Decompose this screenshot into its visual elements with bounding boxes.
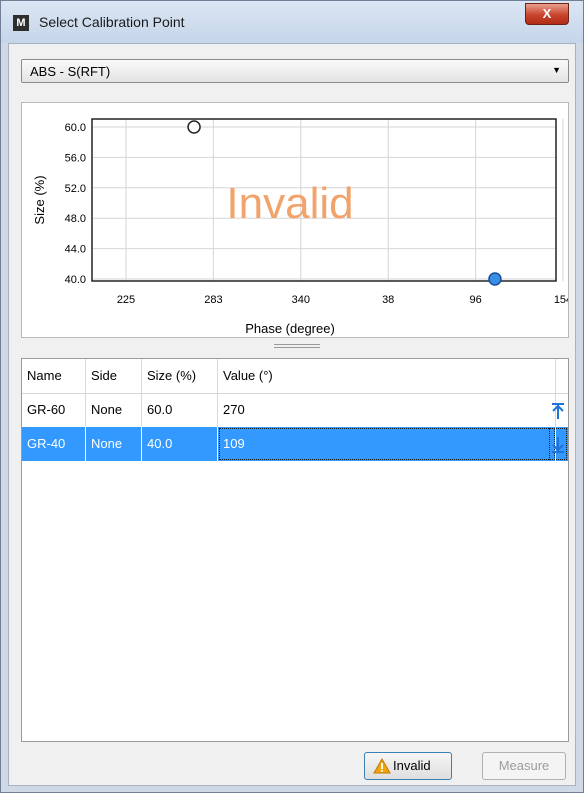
warning-icon [373, 758, 391, 774]
cell-name[interactable]: GR-40 [22, 427, 86, 461]
invalid-button[interactable]: Invalid [364, 752, 452, 780]
window-title: Select Calibration Point [39, 14, 185, 30]
data-point-gr-60 [187, 120, 201, 134]
x-tick-label: 154 [554, 294, 568, 306]
arrow-up-to-line-icon [552, 402, 564, 419]
x-tick-label: 283 [204, 294, 222, 306]
cell-name[interactable]: GR-60 [22, 393, 86, 427]
app-icon: M [13, 15, 29, 31]
calibration-points-table: Name Side Size (%) Value (°) GR-60 None … [21, 358, 569, 742]
column-header-name[interactable]: Name [22, 359, 86, 393]
invalid-button-label: Invalid [393, 758, 431, 773]
y-axis-label: Size (%) [32, 175, 47, 224]
y-tick-label: 48.0 [65, 213, 86, 225]
column-header-side[interactable]: Side [86, 359, 142, 393]
chevron-down-icon[interactable]: ▼ [552, 65, 561, 75]
invalid-watermark: Invalid [226, 179, 353, 228]
title-bar[interactable]: M Select Calibration Point X [1, 1, 583, 43]
calibration-selector[interactable]: ABS - S(RFT) ▼ [21, 59, 569, 83]
cell-value[interactable]: 270 [218, 393, 556, 427]
arrow-down-to-line-icon [552, 436, 564, 453]
table-header: Name Side Size (%) Value (°) [22, 359, 568, 394]
y-tick-label: 60.0 [65, 122, 86, 134]
chart-svg: Invalid 60.0 56.0 52.0 48.0 44.0 40.0 225 283 3… [32, 118, 568, 336]
measure-button[interactable]: Measure [482, 752, 566, 780]
x-axis-label: Phase (degree) [245, 321, 335, 336]
cell-size[interactable]: 60.0 [142, 393, 218, 427]
table-row[interactable]: GR-60 None 60.0 270 [22, 393, 568, 427]
cell-side[interactable]: None [86, 427, 142, 461]
y-tick-label: 40.0 [65, 274, 86, 286]
dialog-content: ABS - S(RFT) ▼ Invalid 60.0 56.0 52.0 48.0 4… [8, 43, 576, 786]
column-header-size[interactable]: Size (%) [142, 359, 218, 393]
data-point-gr-40 [488, 272, 502, 286]
calibration-window: M Select Calibration Point X ABS - S(RFT… [0, 0, 584, 793]
column-header-action [556, 359, 568, 393]
column-header-value[interactable]: Value (°) [218, 359, 556, 393]
x-tick-label: 38 [382, 294, 394, 306]
panel-splitter[interactable] [9, 338, 575, 354]
splitter-grip-line [274, 344, 320, 345]
x-tick-label: 225 [117, 294, 135, 306]
table-row-selected[interactable]: GR-40 None 40.0 109 [22, 427, 568, 461]
cell-value[interactable]: 109 [218, 427, 556, 461]
x-tick-label: 96 [469, 294, 481, 306]
close-button[interactable]: X [525, 3, 569, 25]
x-tick-label: 340 [292, 294, 310, 306]
cell-size[interactable]: 40.0 [142, 427, 218, 461]
cell-side[interactable]: None [86, 393, 142, 427]
move-down-button[interactable] [548, 427, 568, 461]
move-up-button[interactable] [548, 393, 568, 427]
calibration-selector-value: ABS - S(RFT) [30, 64, 111, 79]
y-tick-label: 56.0 [65, 152, 86, 164]
splitter-grip-line [274, 347, 320, 348]
y-tick-label: 52.0 [65, 183, 86, 195]
calibration-chart: Invalid 60.0 56.0 52.0 48.0 44.0 40.0 225 283 3… [21, 102, 569, 338]
y-tick-label: 44.0 [65, 244, 86, 256]
